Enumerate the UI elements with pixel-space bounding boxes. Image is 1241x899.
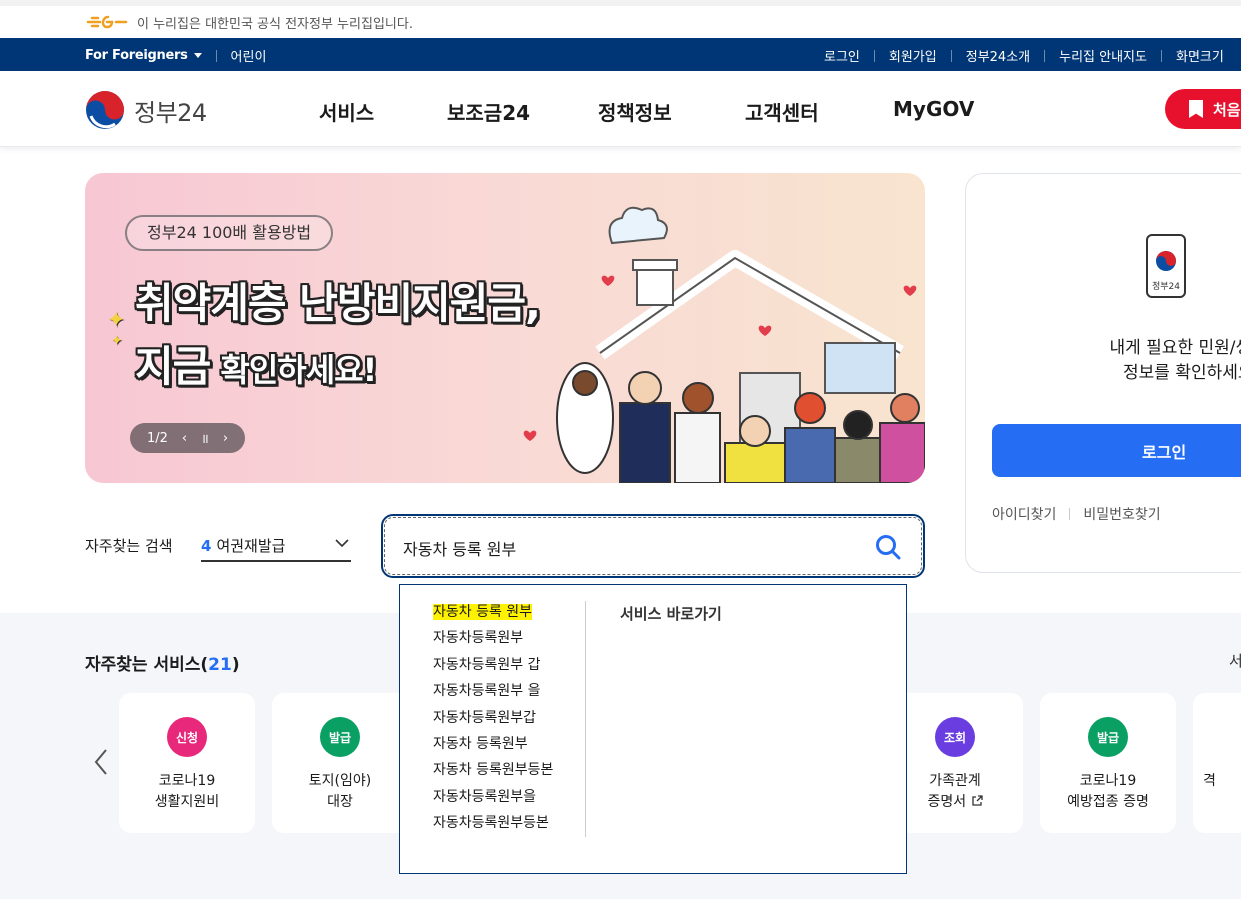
chevron-left-icon[interactable] xyxy=(92,748,110,776)
service-name: 토지(임야) 대장 xyxy=(308,773,372,810)
service-card[interactable]: 신청 코로나19 생활지원비 xyxy=(119,693,255,833)
autocomplete-item[interactable]: 자동차등록원부을 xyxy=(433,786,583,812)
nav-services[interactable]: 서비스 xyxy=(319,97,374,126)
autocomplete-item[interactable]: 자동차 등록원부등본 xyxy=(433,759,583,785)
find-id-link[interactable]: 아이디찾기 xyxy=(992,504,1056,524)
sitemap-link[interactable]: 누리집 안내지도 xyxy=(1059,46,1161,65)
banner-headline-line2: 지금 확인하세요! xyxy=(135,342,377,391)
autocomplete-item[interactable]: 자동차등록원부 을 xyxy=(433,680,583,706)
autocomplete-list: 자동차 등록 원부 자동차등록원부 자동차등록원부 갑 자동차등록원부 을 자동… xyxy=(433,601,583,839)
divider xyxy=(215,49,217,62)
service-card[interactable]: 조회 가족관계 증명서 xyxy=(887,693,1023,833)
main-header: 정부24 서비스 보조금24 정책정보 고객센터 MyGOV 처음 xyxy=(0,71,1241,147)
divider xyxy=(873,49,875,62)
nav-customer-center[interactable]: 고객센터 xyxy=(745,97,819,126)
signup-link[interactable]: 회원가입 xyxy=(889,46,951,65)
prev-slide-icon[interactable]: ‹ xyxy=(182,431,187,446)
service-badge: 발급 xyxy=(320,717,360,757)
login-message: 내게 필요한 민원/생활/ 정보를 확인하세요. xyxy=(1109,338,1241,383)
divider xyxy=(1160,49,1162,62)
favorite-keyword: 여권재발급 xyxy=(216,537,286,555)
service-card[interactable]: 격 xyxy=(1193,693,1241,833)
sparkle-icon: ✦ xyxy=(107,308,126,333)
kids-link[interactable]: 어린이 xyxy=(231,46,281,65)
service-badge: 발급 xyxy=(1088,717,1128,757)
divider xyxy=(950,49,952,62)
service-name: 가족관계 증명서 xyxy=(927,773,983,810)
nav-subsidy24[interactable]: 보조금24 xyxy=(447,97,530,126)
service-card[interactable]: 발급 코로나19 예방접종 증명 xyxy=(1040,693,1176,833)
start-button[interactable]: 처음 xyxy=(1165,89,1241,129)
logo-text: 정부24 xyxy=(134,98,207,127)
favorite-search-select[interactable]: 4 여권재발급 xyxy=(201,528,351,562)
service-name: 격 xyxy=(1203,773,1216,789)
find-links: 아이디찾기 비밀번호찾기 xyxy=(992,504,1161,524)
nav-policy-info[interactable]: 정책정보 xyxy=(598,97,672,126)
nav-mygov[interactable]: MyGOV xyxy=(893,97,974,121)
favorite-search-label: 자주찾는 검색 xyxy=(85,537,173,555)
for-foreigners-menu[interactable]: For Foreigners xyxy=(85,48,216,63)
autocomplete-item[interactable]: 자동차등록원부갑 xyxy=(433,707,583,733)
banner-illustration xyxy=(523,206,925,483)
official-notice-bar: 이 누리집은 대한민국 공식 전자정부 누리집입니다. xyxy=(0,0,1241,38)
search-icon[interactable] xyxy=(875,534,901,560)
login-button[interactable]: 로그인 xyxy=(992,424,1241,477)
service-name: 코로나19 예방접종 증명 xyxy=(1067,773,1149,810)
search-input[interactable] xyxy=(403,534,853,562)
service-badge: 조회 xyxy=(935,717,975,757)
search-box xyxy=(381,514,925,578)
banner-pager: 1/2 ‹ ॥ › xyxy=(130,423,245,453)
external-link-icon xyxy=(971,795,983,806)
divider xyxy=(1044,49,1046,62)
autocomplete-item[interactable]: 자동차등록원부 갑 xyxy=(433,654,583,680)
find-password-link[interactable]: 비밀번호찾기 xyxy=(1083,504,1160,524)
autocomplete-item[interactable]: 자동차등록원부등본 xyxy=(433,812,583,838)
egov-mark-icon xyxy=(86,15,128,29)
chevron-down-icon xyxy=(335,539,349,548)
service-shortcut-title: 서비스 바로가기 xyxy=(620,605,722,623)
taegeuk-logo-icon xyxy=(86,91,124,129)
autocomplete-item[interactable]: 자동차 등록 원부 xyxy=(433,601,583,627)
start-button-label: 처음 xyxy=(1213,100,1241,119)
gov24-logo[interactable]: 정부24 xyxy=(85,89,215,131)
main-banner[interactable]: 정부24 100배 활용방법 취약계층 난방비지원금, 지금 확인하세요! ✦ … xyxy=(85,173,925,483)
pause-icon[interactable]: ॥ xyxy=(201,429,209,447)
frequent-services-title: 자주찾는 서비스(21) xyxy=(85,655,240,675)
phone-label: 정부24 xyxy=(1151,282,1180,292)
official-notice-text: 이 누리집은 대한민국 공식 전자정부 누리집입니다. xyxy=(137,17,413,32)
banner-pill: 정부24 100배 활용방법 xyxy=(125,215,334,251)
utility-bar: For Foreigners 어린이 로그인 회원가입 정부24소개 누리집 안… xyxy=(0,38,1241,71)
service-badge: 신청 xyxy=(167,717,207,757)
autocomplete-dropdown: 자동차 등록 원부 자동차등록원부 자동차등록원부 갑 자동차등록원부 을 자동… xyxy=(399,584,907,874)
service-card[interactable]: 발급 토지(임야) 대장 xyxy=(272,693,408,833)
divider xyxy=(585,601,586,837)
sparkle-icon: ✦ xyxy=(111,333,123,349)
mobile-id-icon: 정부24 xyxy=(1146,234,1186,298)
service-name: 코로나19 생활지원비 xyxy=(154,773,220,810)
next-slide-icon[interactable]: › xyxy=(223,431,228,446)
divider xyxy=(1069,508,1071,520)
services-more-link[interactable]: 서 xyxy=(1229,650,1241,671)
caret-down-icon xyxy=(193,53,202,58)
autocomplete-item[interactable]: 자동차 등록원부 xyxy=(433,733,583,759)
login-card: 정부24 내게 필요한 민원/생활/ 정보를 확인하세요. 로그인 아이디찾기 … xyxy=(965,173,1241,573)
favorite-rank: 4 xyxy=(201,537,212,555)
bookmark-icon xyxy=(1189,100,1203,118)
login-link[interactable]: 로그인 xyxy=(824,46,874,65)
screen-size-link[interactable]: 화면크기 xyxy=(1176,46,1238,65)
banner-page-indicator: 1/2 xyxy=(146,430,168,446)
about-link[interactable]: 정부24소개 xyxy=(966,46,1044,65)
autocomplete-item[interactable]: 자동차등록원부 xyxy=(433,627,583,653)
